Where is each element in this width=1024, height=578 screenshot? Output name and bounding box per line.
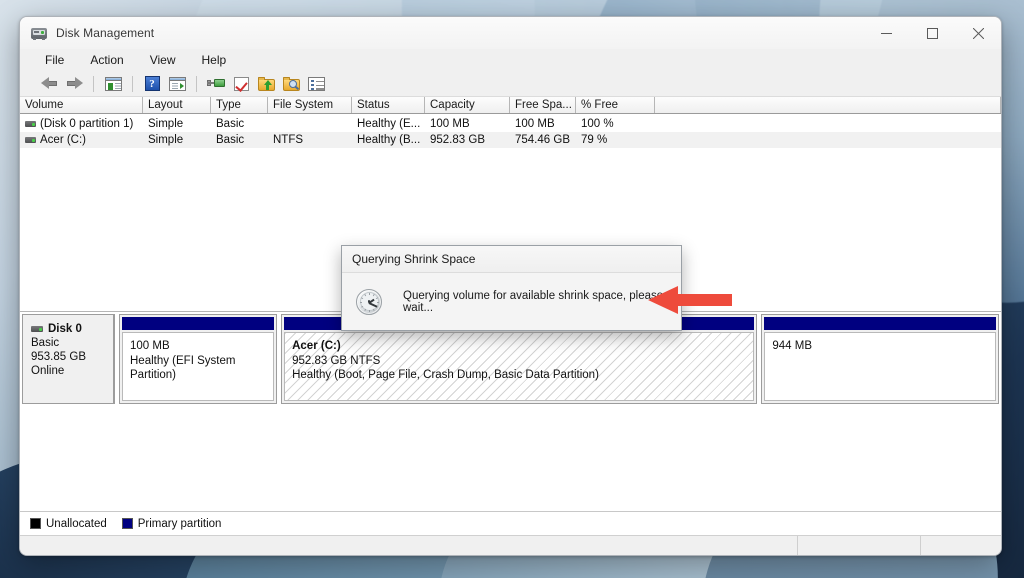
legend-item-primary-partition: Primary partition: [122, 518, 222, 530]
disk-name: Disk 0: [48, 322, 82, 336]
partition-title: Acer (C:): [292, 339, 746, 354]
close-button[interactable]: [955, 17, 1001, 49]
menu-item-action[interactable]: Action: [87, 52, 126, 68]
cell-volume-label: Acer (C:): [40, 134, 86, 146]
find-icon[interactable]: [280, 73, 302, 95]
back-arrow-icon[interactable]: [38, 73, 60, 95]
cell-volume-label: (Disk 0 partition 1): [40, 118, 133, 130]
toolbar-separator: [93, 76, 94, 92]
export-list-icon[interactable]: [255, 73, 277, 95]
column-header-layout[interactable]: Layout: [143, 97, 211, 113]
cell-free-space: 100 MB: [510, 118, 576, 130]
toolbar-separator: [132, 76, 133, 92]
column-header-capacity[interactable]: Capacity: [425, 97, 510, 113]
menu-item-help[interactable]: Help: [199, 52, 230, 68]
cell-status: Healthy (E...: [352, 118, 425, 130]
legend-item-unallocated: Unallocated: [30, 518, 107, 530]
partition-details: 944 MB: [764, 332, 996, 401]
menu-item-view[interactable]: View: [147, 52, 179, 68]
legend-label-unallocated: Unallocated: [46, 518, 107, 530]
partition-size: 952.83 GB NTFS: [292, 354, 746, 369]
list-view-icon[interactable]: [305, 73, 327, 95]
table-row[interactable]: (Disk 0 partition 1) Simple Basic Health…: [20, 116, 1001, 132]
toolbar: ?: [20, 71, 1001, 97]
status-segment-2: [798, 536, 921, 555]
querying-shrink-space-dialog: Querying Shrink Space Querying volume fo…: [341, 245, 682, 331]
cell-volume: Acer (C:): [20, 134, 143, 146]
column-header-spacer: [655, 97, 1001, 113]
partition-type-bar: [122, 317, 274, 330]
table-row[interactable]: Acer (C:) Simple Basic NTFS Healthy (B..…: [20, 132, 1001, 148]
column-header-free-space[interactable]: Free Spa...: [510, 97, 576, 113]
dialog-title: Querying Shrink Space: [342, 246, 681, 273]
cell-layout: Simple: [143, 134, 211, 146]
partition-unallocated[interactable]: 944 MB: [761, 314, 999, 404]
cell-percent-free: 100 %: [576, 118, 655, 130]
partition-status: Healthy (EFI System Partition): [130, 354, 266, 383]
legend-swatch-unallocated: [30, 518, 41, 529]
status-segment-3: [921, 536, 1001, 555]
column-header-status[interactable]: Status: [352, 97, 425, 113]
window-titlebar[interactable]: Disk Management: [20, 17, 1001, 49]
partition-type-bar: [764, 317, 996, 330]
status-bar: [20, 535, 1001, 555]
cell-capacity: 952.83 GB: [425, 134, 510, 146]
partition-details: 100 MB Healthy (EFI System Partition): [122, 332, 274, 401]
maximize-button[interactable]: [909, 17, 955, 49]
forward-arrow-icon[interactable]: [63, 73, 85, 95]
column-header-volume[interactable]: Volume: [20, 97, 143, 113]
status-segment-main: [20, 536, 757, 555]
volume-disk-icon: [25, 137, 36, 143]
disk-drive-icon: [30, 25, 48, 41]
dialog-message: Querying volume for available shrink spa…: [403, 290, 681, 314]
toolbar-separator: [196, 76, 197, 92]
show-hide-action-pane-icon[interactable]: [166, 73, 188, 95]
menu-bar: File Action View Help: [20, 49, 1001, 71]
menu-item-file[interactable]: File: [42, 52, 67, 68]
disk-size: 953.85 GB: [31, 350, 107, 364]
help-question-icon[interactable]: ?: [141, 73, 163, 95]
status-segment-1: [757, 536, 798, 555]
red-pointer-arrow: [648, 286, 732, 314]
cell-status: Healthy (B...: [352, 134, 425, 146]
disk-info-panel[interactable]: Disk 0 Basic 953.85 GB Online: [22, 314, 115, 404]
rescan-disks-icon[interactable]: [205, 73, 227, 95]
clock-icon: [356, 289, 382, 315]
cell-type: Basic: [211, 134, 268, 146]
disk-name-row: Disk 0: [31, 322, 107, 336]
cell-capacity: 100 MB: [425, 118, 510, 130]
partition-size: 100 MB: [130, 339, 266, 354]
partition-efi-system[interactable]: 100 MB Healthy (EFI System Partition): [119, 314, 277, 404]
dialog-body: Querying volume for available shrink spa…: [342, 273, 681, 330]
cell-type: Basic: [211, 118, 268, 130]
legend-label-primary: Primary partition: [138, 518, 222, 530]
partition-size: 944 MB: [772, 339, 988, 354]
cell-free-space: 754.46 GB: [510, 134, 576, 146]
window-controls: [863, 17, 1001, 49]
column-header-percent-free[interactable]: % Free: [576, 97, 655, 113]
disk-status: Online: [31, 364, 107, 378]
column-header-file-system[interactable]: File System: [268, 97, 352, 113]
legend: Unallocated Primary partition: [20, 511, 1001, 535]
disk-type: Basic: [31, 336, 107, 350]
disk-icon: [31, 326, 43, 332]
volume-list-header: Volume Layout Type File System Status Ca…: [20, 97, 1001, 114]
column-header-type[interactable]: Type: [211, 97, 268, 113]
cell-layout: Simple: [143, 118, 211, 130]
show-hide-console-tree-icon[interactable]: [102, 73, 124, 95]
disk-map-pane: Disk 0 Basic 953.85 GB Online 100 MB Hea…: [20, 312, 1001, 535]
minimize-button[interactable]: [863, 17, 909, 49]
volume-disk-icon: [25, 121, 36, 127]
properties-check-icon[interactable]: [230, 73, 252, 95]
partition-details: Acer (C:) 952.83 GB NTFS Healthy (Boot, …: [284, 332, 754, 401]
cell-percent-free: 79 %: [576, 134, 655, 146]
legend-swatch-primary: [122, 518, 133, 529]
window-title: Disk Management: [56, 26, 154, 40]
cell-volume: (Disk 0 partition 1): [20, 118, 143, 130]
partition-status: Healthy (Boot, Page File, Crash Dump, Ba…: [292, 368, 746, 383]
cell-file-system: NTFS: [268, 134, 352, 146]
